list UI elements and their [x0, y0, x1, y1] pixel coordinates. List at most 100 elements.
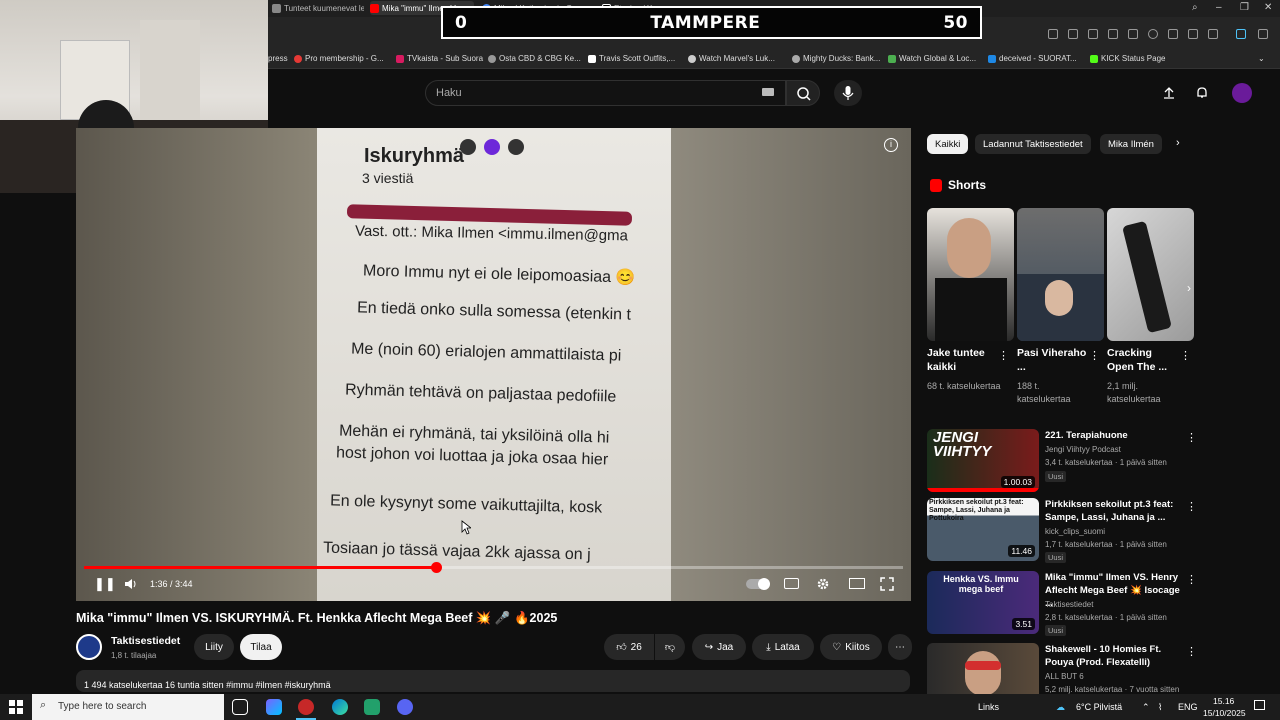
- extension-icon[interactable]: [1068, 29, 1078, 39]
- browser-tab[interactable]: Tunteet kuumenevat lehdi: [272, 1, 364, 15]
- upload-icon[interactable]: [1162, 86, 1176, 100]
- recommendation-meta: 3,4 t. katselukertaa · 1 päivä sitten: [1045, 458, 1167, 467]
- language-indicator[interactable]: ENG: [1178, 702, 1198, 712]
- download-button[interactable]: ⤓ Lataa: [752, 634, 814, 660]
- bookmark-item[interactable]: Watch Global & Loc...: [888, 54, 976, 63]
- short-title[interactable]: Jake tuntee kaikki: [927, 346, 999, 374]
- chip-mika-ilmen[interactable]: Mika Ilmén: [1100, 134, 1162, 154]
- channel-name[interactable]: Taktisestiedet: [111, 635, 180, 647]
- bookmark-item[interactable]: Mighty Ducks: Bank...: [792, 54, 880, 63]
- recommendation-item[interactable]: JENGI VIIHTYY 1.00.03 221. Terapiahuone …: [927, 429, 1197, 493]
- video-progress-bar[interactable]: [84, 562, 903, 573]
- download-icon[interactable]: [1168, 29, 1178, 39]
- opera-app-icon[interactable]: [298, 699, 314, 715]
- mouse-cursor-icon: [461, 520, 471, 535]
- minimize-icon[interactable]: –: [1216, 2, 1222, 13]
- bookmark-item[interactable]: press: [268, 54, 288, 63]
- bookmark-item[interactable]: KICK Status Page: [1090, 54, 1165, 63]
- person-image: [965, 651, 1001, 696]
- copilot-app-icon[interactable]: [266, 699, 282, 715]
- more-vertical-icon[interactable]: ⋮: [1186, 431, 1197, 444]
- subtitles-icon[interactable]: [784, 578, 799, 589]
- ai-sparkle-icon[interactable]: [484, 139, 500, 155]
- chevron-right-icon[interactable]: ›: [1176, 137, 1180, 149]
- short-thumbnail[interactable]: [1107, 208, 1194, 341]
- bookmark-item[interactable]: Travis Scott Outfits,...: [588, 54, 675, 63]
- short-thumbnail[interactable]: [927, 208, 1014, 341]
- pause-icon[interactable]: ❚❚: [94, 576, 116, 592]
- more-vertical-icon[interactable]: ⋮: [1186, 573, 1197, 586]
- chevron-down-icon[interactable]: ⌄: [1258, 54, 1265, 63]
- app-icon[interactable]: [364, 699, 380, 715]
- thanks-button[interactable]: ♡ Kiitos: [820, 634, 882, 660]
- search-tabs-icon[interactable]: ⌕: [1192, 2, 1198, 13]
- short-title[interactable]: Cracking Open The ...: [1107, 346, 1179, 374]
- subscribe-button[interactable]: Tilaa: [240, 634, 282, 660]
- dislike-button[interactable]: 👎︎: [655, 634, 685, 660]
- more-vertical-icon[interactable]: ⋮: [998, 349, 1009, 362]
- bookmark-item[interactable]: deceived - SUORAT...: [988, 54, 1077, 63]
- theater-mode-icon[interactable]: [849, 578, 865, 589]
- task-view-icon[interactable]: [232, 699, 248, 715]
- menu-icon[interactable]: [1188, 29, 1198, 39]
- profile-icon[interactable]: [1258, 29, 1268, 39]
- shorts-next-chevron-icon[interactable]: ›: [1187, 281, 1199, 295]
- tray-chevron-icon[interactable]: ⌃: [1142, 702, 1150, 713]
- chip-all[interactable]: Kaikki: [927, 134, 969, 154]
- skip-icon[interactable]: [508, 139, 524, 155]
- weather-text[interactable]: 6°C Pilvistä: [1076, 702, 1122, 712]
- extension-icon[interactable]: [1048, 29, 1058, 39]
- notifications-bell-icon[interactable]: [1195, 86, 1209, 100]
- join-label: Liity: [205, 641, 223, 653]
- bookmark-item[interactable]: Watch Marvel's Luk...: [688, 54, 775, 63]
- short-title[interactable]: Pasi Viheraho ...: [1017, 346, 1089, 374]
- recommendation-item[interactable]: Henkka VS. Immu mega beef 3.51 Mika "imm…: [927, 571, 1197, 636]
- voice-search-button[interactable]: [834, 80, 862, 106]
- fullscreen-icon[interactable]: [880, 577, 894, 591]
- bookmark-item[interactable]: TVkaista - Sub Suora: [396, 54, 483, 63]
- more-actions-button[interactable]: ⋯: [888, 634, 912, 660]
- more-vertical-icon[interactable]: ⋮: [1089, 349, 1100, 362]
- taskbar-search-input[interactable]: Type here to search: [32, 694, 224, 720]
- autoplay-toggle[interactable]: [746, 578, 770, 590]
- restore-icon[interactable]: ❐: [1240, 2, 1249, 13]
- extension-active-icon[interactable]: [1236, 29, 1246, 39]
- search-input[interactable]: Haku: [425, 80, 786, 106]
- edge-app-icon[interactable]: [332, 699, 348, 715]
- bookmark-item[interactable]: Osta CBD & CBG Ke...: [488, 54, 581, 63]
- lock-icon[interactable]: [1208, 29, 1218, 39]
- channel-avatar[interactable]: [76, 634, 102, 660]
- network-icon[interactable]: ⌇: [1158, 702, 1162, 713]
- keyboard-icon[interactable]: [762, 88, 774, 96]
- extension-icon[interactable]: [1088, 29, 1098, 39]
- like-button[interactable]: 👍︎ 26: [604, 634, 654, 660]
- more-vertical-icon[interactable]: ⋮: [1186, 500, 1197, 513]
- more-vertical-icon[interactable]: ⋮: [1186, 645, 1197, 658]
- bookmark-item[interactable]: Pro membership - G...: [294, 54, 384, 63]
- search-button[interactable]: [786, 80, 820, 106]
- pip-icon[interactable]: [460, 139, 476, 155]
- clock-time[interactable]: 15.16: [1213, 696, 1234, 706]
- short-thumbnail[interactable]: [1017, 208, 1104, 341]
- recommendation-item[interactable]: Pirkkiksen sekoilut pt.3 feat: Sampe, La…: [927, 498, 1197, 563]
- taskbar-links[interactable]: Links: [978, 702, 999, 712]
- info-icon[interactable]: i: [884, 138, 898, 152]
- clock-date[interactable]: 15/10/2025: [1203, 708, 1246, 718]
- windows-start-icon[interactable]: [9, 700, 23, 714]
- join-button[interactable]: Liity: [194, 634, 234, 660]
- volume-icon[interactable]: [124, 578, 138, 590]
- video-frame-letter: Iskuryhmä 3 viestiä Vast. ott.: Mika Ilm…: [317, 128, 671, 601]
- extension-icon[interactable]: [1108, 29, 1118, 39]
- discord-app-icon[interactable]: [397, 699, 413, 715]
- close-window-icon[interactable]: ✕: [1264, 2, 1272, 13]
- user-avatar[interactable]: [1232, 83, 1252, 103]
- video-player[interactable]: Iskuryhmä 3 viestiä Vast. ott.: Mika Ilm…: [76, 128, 911, 601]
- chip-uploaded-by[interactable]: Ladannut Taktisestiedet: [975, 134, 1091, 154]
- more-vertical-icon[interactable]: ⋮: [1180, 349, 1191, 362]
- extension-icon[interactable]: [1128, 29, 1138, 39]
- description-box[interactable]: 1 494 katselukertaa 16 tuntia sitten #im…: [76, 670, 910, 692]
- settings-gear-icon[interactable]: [816, 577, 830, 591]
- share-button[interactable]: ↪ Jaa: [692, 634, 746, 660]
- heart-icon[interactable]: [1148, 29, 1158, 39]
- notification-center-icon[interactable]: [1254, 700, 1265, 710]
